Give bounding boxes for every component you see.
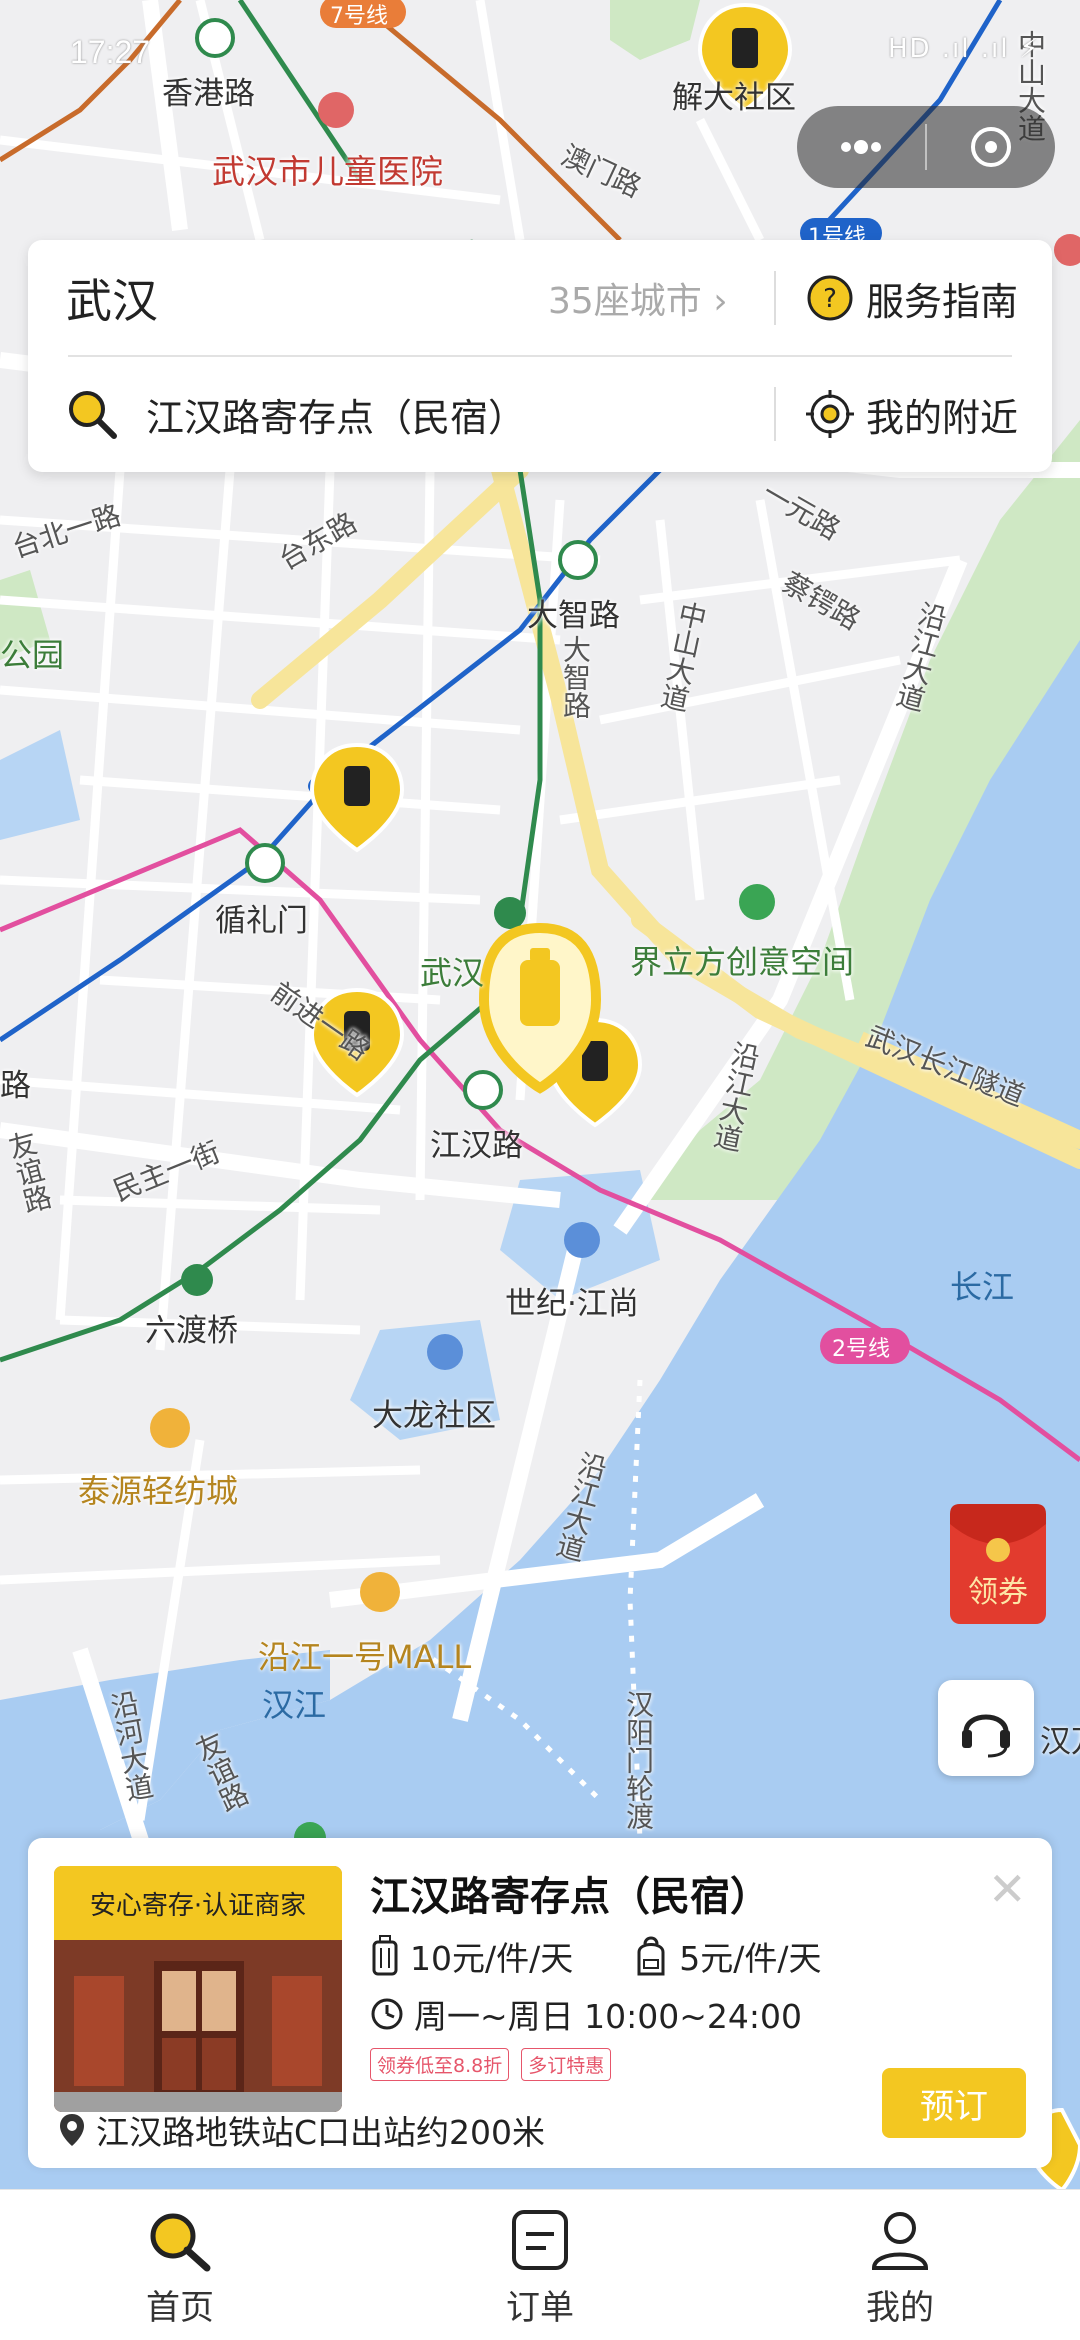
price-bag: 5元/件/天: [679, 1939, 822, 1978]
store-name: 江汉路寄存点（民宿）: [370, 1874, 770, 1920]
map-label-hanjiang: 汉江: [262, 1686, 327, 1724]
status-indicators: HD .ıl .ıl ⚡: [887, 34, 1040, 64]
status-time: 17:27: [70, 34, 151, 70]
nearby-label: 我的附近: [866, 395, 1019, 440]
map-label-dalong: 大龙社区: [372, 1398, 496, 1434]
city-search-card: 武汉 35座城市 › ? 服务指南 江汉路寄存点（民宿） 我的附近: [28, 240, 1052, 472]
promo-tag: 多订特惠: [521, 2048, 612, 2081]
city-count-label: 35座城市: [548, 281, 702, 322]
suitcase-icon: [372, 1935, 398, 1976]
city-name[interactable]: 武汉: [66, 265, 158, 331]
map-label-children-hospital: 武汉市儿童医院: [212, 152, 443, 191]
backpack-icon: [637, 1936, 665, 1976]
target-circle-icon: [971, 127, 1011, 167]
map-label-dazhi-rd-vertical: 大智路: [559, 635, 592, 719]
map-label-wuhan: 武汉: [420, 954, 485, 992]
coupon-label: 领券: [968, 1575, 1028, 1610]
help-circle-icon: ?: [807, 275, 853, 321]
store-badge: 安心寄存·认证商家: [54, 1866, 342, 1940]
metro-line2-badge: 2号线: [832, 1337, 890, 1362]
service-guide-button[interactable]: ? 服务指南: [806, 271, 1018, 326]
location-text: 江汉路地铁站C口出站约200米: [96, 2113, 546, 2152]
tab-orders-label: 订单: [506, 2288, 574, 2328]
map-label-yanjiang-mall: 沿江一号MALL: [258, 1638, 472, 1676]
opening-hours: 周一~周日 10:00~24:00: [414, 1997, 802, 2036]
vertical-divider: [774, 271, 776, 325]
tab-orders[interactable]: 订单: [360, 2190, 720, 2340]
close-miniprogram-button[interactable]: [927, 106, 1055, 188]
clock-icon: [371, 1998, 403, 2030]
miniprogram-capsule: [797, 106, 1055, 188]
map-label-taiyuan: 泰源轻纺城: [78, 1472, 239, 1510]
chevron-right-icon: ›: [713, 281, 728, 322]
location-pin-icon: [60, 2114, 84, 2146]
more-dots-icon: [841, 140, 881, 154]
close-card-button[interactable]: ✕: [988, 1866, 1027, 1912]
map-label-century: 世纪·江尚: [505, 1286, 639, 1322]
svg-text:?: ?: [823, 284, 837, 314]
tab-home-label: 首页: [146, 2288, 214, 2328]
map-label-dazhi-rd: 大智路: [527, 598, 620, 634]
price-row: 10元/件/天 5元/件/天: [370, 1932, 881, 1980]
coupon-button[interactable]: 领券: [946, 1500, 1056, 1630]
tab-profile-label: 我的: [866, 2288, 934, 2328]
profile-icon: [871, 2212, 929, 2270]
promo-tags: 领券低至8.8折 多订特惠: [370, 2048, 623, 2081]
map-label-jielifang: 界立方创意空间: [630, 943, 855, 981]
map-label-liudu-bridge: 六渡桥: [145, 1313, 238, 1349]
map-label-road-left: 路: [0, 1068, 31, 1104]
map-label-wan-edge: 汉万: [1040, 1724, 1080, 1760]
price-suitcase: 10元/件/天: [410, 1939, 574, 1978]
search-text: 江汉路寄存点（民宿）: [146, 395, 527, 440]
order-icon: [512, 2210, 568, 2270]
service-guide-label: 服务指南: [866, 279, 1019, 324]
tab-home[interactable]: 首页: [0, 2190, 360, 2340]
city-row: 武汉 35座城市 › ? 服务指南: [28, 240, 1052, 356]
tab-profile[interactable]: 我的: [720, 2190, 1080, 2340]
store-search-field[interactable]: 江汉路寄存点（民宿）: [66, 387, 526, 442]
nearby-button[interactable]: 我的附近: [806, 387, 1018, 442]
book-button[interactable]: 预订: [882, 2068, 1026, 2138]
locate-icon: [806, 390, 854, 438]
red-envelope-icon: 领券: [950, 1504, 1046, 1624]
map-label-hanyang-ferry: 汉阳门轮渡: [622, 1690, 655, 1830]
bottom-tab-bar: 首页 订单 我的: [0, 2190, 1080, 2340]
map-label-jianghan-rd: 江汉路: [430, 1128, 523, 1164]
map-label-park: 公园: [0, 636, 65, 674]
location-row: 江汉路地铁站C口出站约200米: [58, 2106, 545, 2154]
home-search-icon: [150, 2213, 211, 2272]
more-menu-button[interactable]: [797, 106, 925, 188]
promo-tag: 领券低至8.8折: [370, 2048, 510, 2081]
search-row: 江汉路寄存点（民宿） 我的附近: [28, 356, 1052, 472]
customer-service-button[interactable]: [938, 1680, 1034, 1776]
search-icon: [69, 391, 117, 439]
headset-icon: [962, 1714, 1010, 1758]
map-label-yangtze: 长江: [950, 1268, 1015, 1306]
store-card[interactable]: 安心寄存·认证商家 江汉路寄存点（民宿） ✕ 10元/件/天 5元/件/天 周一…: [28, 1838, 1052, 2168]
city-count-link[interactable]: 35座城市 ›: [548, 272, 728, 324]
store-photo: 安心寄存·认证商家: [54, 1866, 342, 2112]
hours-row: 周一~周日 10:00~24:00: [370, 1990, 802, 2038]
map-label-xunlimen: 循礼门: [215, 903, 308, 939]
status-bar: 17:27 HD .ıl .ıl ⚡: [0, 0, 1080, 90]
vertical-divider: [774, 387, 776, 441]
